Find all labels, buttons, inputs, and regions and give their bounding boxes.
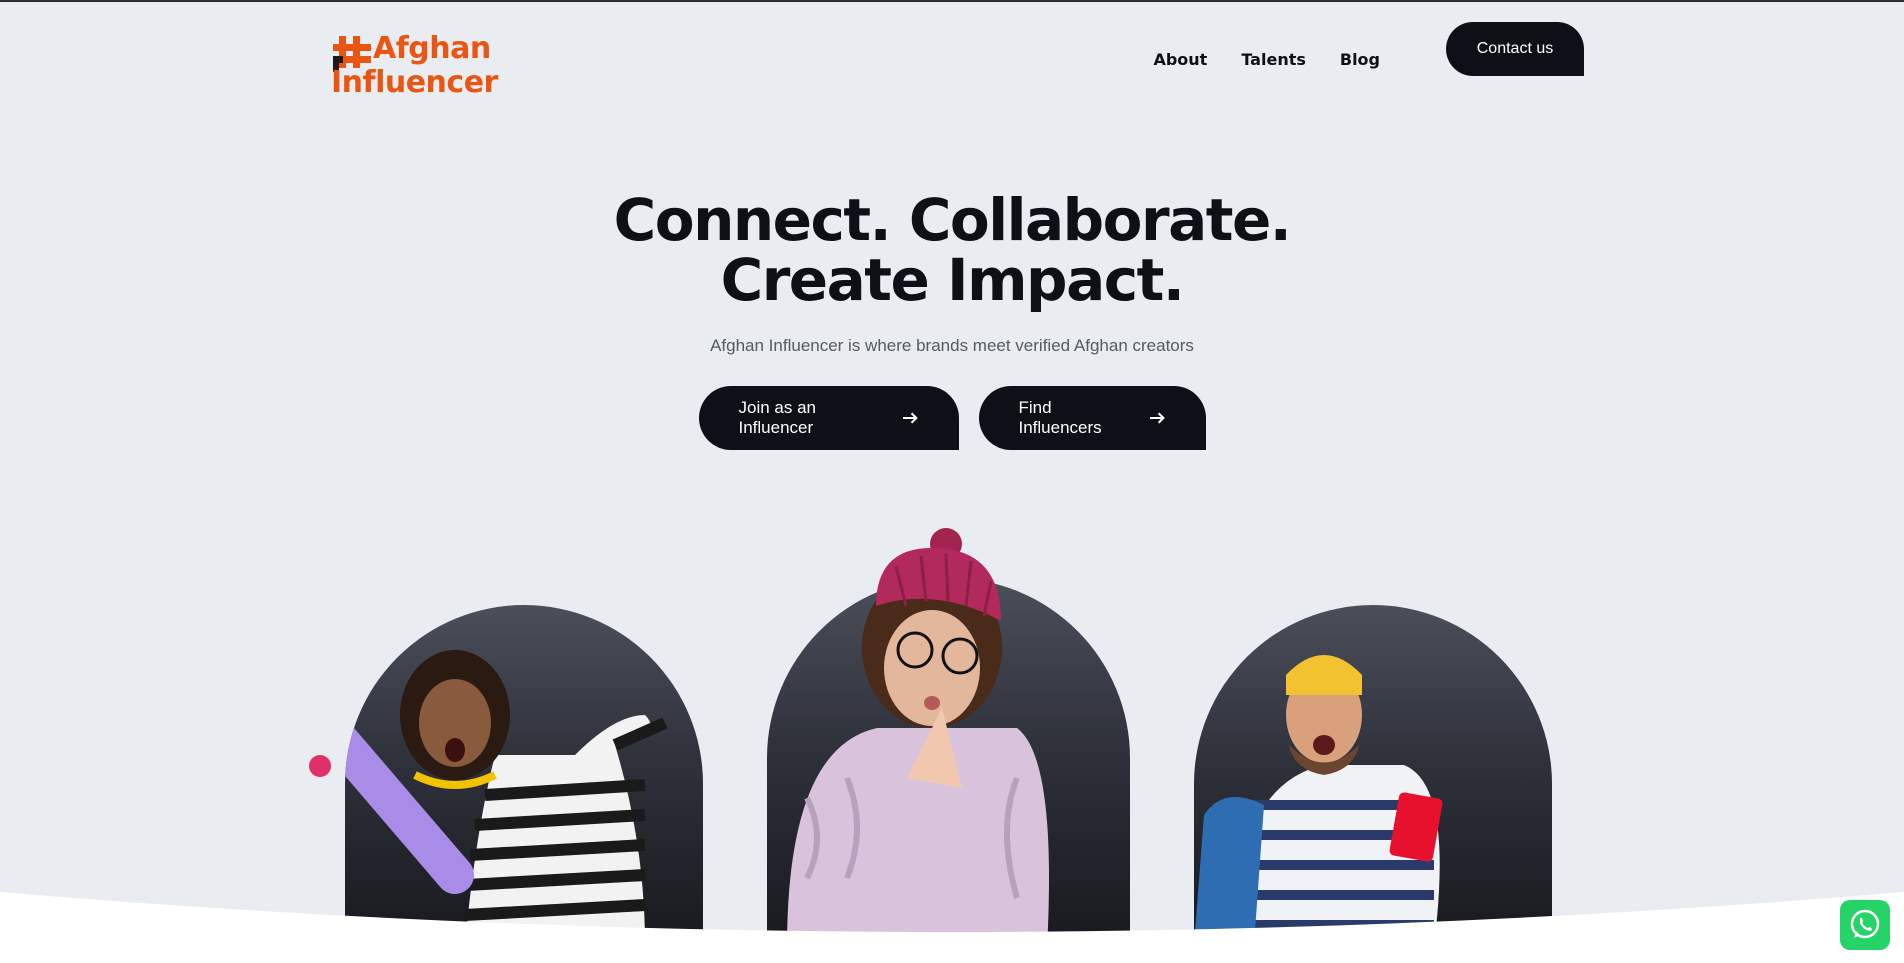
beanie-hat (876, 528, 1001, 621)
join-influencer-button[interactable]: Join as an Influencer (698, 386, 959, 450)
contact-us-button[interactable]: Contact us (1446, 22, 1584, 76)
logo-line1: Afghan (373, 31, 491, 66)
join-influencer-label: Join as an Influencer (738, 398, 817, 437)
nav-blog[interactable]: Blog (1340, 50, 1380, 69)
nav-about[interactable]: About (1153, 50, 1207, 69)
hero-bottom-wave (0, 892, 1904, 963)
cta-row: Join as an Influencer Find Influencers (0, 386, 1904, 450)
whatsapp-icon (1850, 909, 1880, 939)
skateboard-wheel (309, 755, 331, 777)
arrow-right-icon (1150, 412, 1166, 424)
arrow-right-icon (903, 412, 919, 424)
site-logo[interactable]: Afghan Influencer (331, 32, 498, 100)
hero-subtitle: Afghan Influencer is where brands meet v… (710, 336, 1194, 355)
hero-title-line1: Connect. Collaborate. (613, 186, 1292, 254)
nav-talents[interactable]: Talents (1241, 50, 1306, 69)
logo-line2: Influencer (331, 65, 498, 100)
find-influencers-label: Find Influencers (1018, 398, 1102, 437)
main-nav: About Talents Blog (1153, 50, 1380, 69)
find-influencers-button[interactable]: Find Influencers (978, 386, 1206, 450)
hero-title-line2: Create Impact. (720, 246, 1185, 314)
whatsapp-button[interactable] (1840, 900, 1890, 950)
hero-title: Connect. Collaborate. Create Impact. (0, 190, 1904, 310)
